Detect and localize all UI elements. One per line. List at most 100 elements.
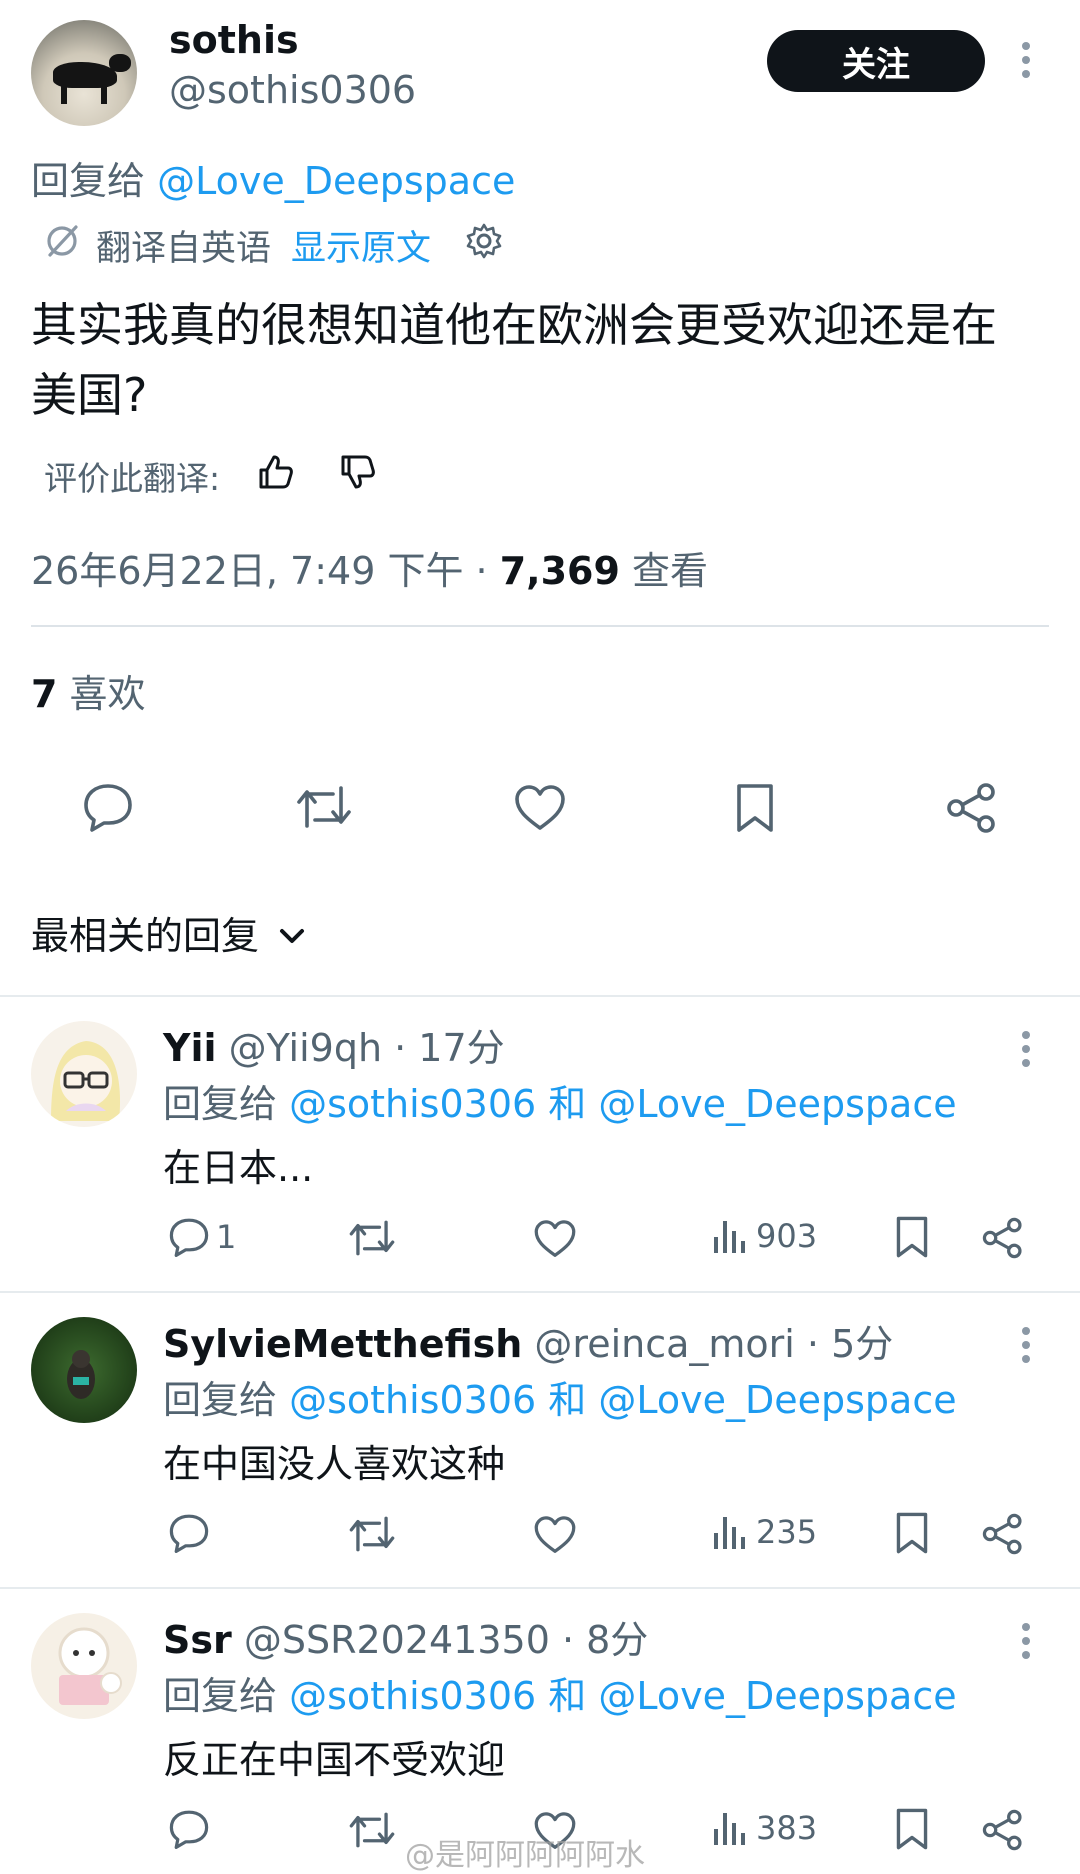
reply-to-line: 回复给 @sothis0306 和 @Love_Deepspace: [163, 1665, 957, 1720]
reply-to-and: 和: [536, 1082, 599, 1126]
likes-label: 喜欢: [57, 672, 146, 716]
reply-sort-selector[interactable]: 最相关的回复: [31, 905, 307, 960]
views-button[interactable]: 383: [712, 1809, 817, 1847]
reply-author-name[interactable]: Ssr: [163, 1618, 232, 1662]
timestamp[interactable]: 26年6月22日, 7:49 下午 ·: [31, 549, 500, 593]
more-options-icon[interactable]: [1020, 1621, 1032, 1665]
retweet-icon[interactable]: [295, 782, 353, 836]
reply-author-handle[interactable]: @SSR20241350: [244, 1618, 550, 1662]
reply-to-user-link[interactable]: @sothis0306: [289, 1082, 536, 1126]
dog-leg: [101, 84, 107, 104]
avatar[interactable]: [31, 20, 137, 126]
reply-time: · 8分: [549, 1618, 649, 1662]
bookmark-icon[interactable]: [735, 782, 775, 838]
reply-author-line: Yii @Yii9qh · 17分: [163, 1017, 505, 1072]
like-heart-icon[interactable]: [513, 784, 567, 836]
reply-item[interactable]: Yii @Yii9qh · 17分 回复给 @sothis0306 和 @Lov…: [0, 997, 1080, 1291]
bookmark-icon[interactable]: [895, 1511, 929, 1559]
reply-to-and: 和: [536, 1674, 599, 1718]
reply-text: 反正在中国不受欢迎: [163, 1738, 506, 1782]
share-icon[interactable]: [982, 1809, 1024, 1855]
thumbs-up-icon[interactable]: [256, 452, 296, 500]
reply-item[interactable]: SylvieMetthefish @reinca_mori · 5分 回复给 @…: [0, 1293, 1080, 1587]
sort-label: 最相关的回复: [31, 914, 260, 958]
reply-to-prefix: 回复给: [31, 159, 146, 203]
translation-bar: 翻译自英语 显示原文: [42, 220, 503, 271]
reply-icon: [169, 1514, 209, 1553]
views-count: 903: [756, 1217, 818, 1255]
rate-translation-row: 评价此翻译:: [44, 452, 378, 500]
rate-translation-label: 评价此翻译:: [44, 459, 221, 498]
share-icon[interactable]: [982, 1513, 1024, 1559]
translate-icon: [42, 221, 82, 270]
reply-author-name[interactable]: Yii: [163, 1026, 217, 1070]
views-count: 383: [756, 1809, 818, 1847]
reply-to-and: 和: [536, 1378, 599, 1422]
reply-author-line: Ssr @SSR20241350 · 8分: [163, 1609, 648, 1664]
avatar[interactable]: [31, 1317, 137, 1423]
likes-summary[interactable]: 7 喜欢: [31, 663, 146, 718]
views-count: 235: [756, 1513, 818, 1551]
views-label: 查看: [619, 549, 708, 593]
reply-author-name[interactable]: SylvieMetthefish: [163, 1322, 522, 1366]
likes-count: 7: [31, 672, 58, 716]
reply-to-line: 回复给 @Love_Deepspace: [31, 150, 515, 205]
reply-button[interactable]: [168, 1809, 216, 1849]
reply-item[interactable]: Ssr @SSR20241350 · 8分 回复给 @sothis0306 和 …: [0, 1589, 1080, 1871]
reply-icon[interactable]: [82, 782, 134, 836]
reply-count: 1: [216, 1218, 237, 1256]
more-options-icon[interactable]: [1020, 1325, 1032, 1369]
reply-button[interactable]: [168, 1513, 216, 1553]
tweet-meta: 26年6月22日, 7:49 下午 · 7,369 查看: [31, 540, 708, 595]
avatar[interactable]: [31, 1613, 137, 1719]
retweet-icon[interactable]: [348, 1217, 396, 1263]
more-options-icon[interactable]: [1020, 40, 1032, 84]
reply-author-line: SylvieMetthefish @reinca_mori · 5分: [163, 1313, 893, 1368]
reply-to-user-link[interactable]: @Love_Deepspace: [598, 1378, 956, 1422]
reply-to-line: 回复给 @sothis0306 和 @Love_Deepspace: [163, 1073, 957, 1128]
analytics-bars-icon: [714, 1221, 745, 1253]
reply-button[interactable]: 1: [168, 1217, 236, 1257]
reply-to-user-link[interactable]: @Love_Deepspace: [157, 159, 515, 203]
reply-icon: [169, 1810, 209, 1849]
thumbs-down-icon[interactable]: [338, 452, 378, 500]
share-icon[interactable]: [982, 1217, 1024, 1263]
retweet-icon[interactable]: [348, 1513, 396, 1559]
dog-leg: [61, 84, 67, 104]
settings-gear-icon[interactable]: [465, 222, 503, 269]
tweet-text: 其实我真的很想知道他在欧洲会更受欢迎还是在美国?: [31, 298, 997, 422]
bookmark-icon[interactable]: [895, 1807, 929, 1855]
reply-icon: [169, 1218, 209, 1257]
reply-time: · 5分: [794, 1322, 894, 1366]
views-button[interactable]: 903: [712, 1217, 817, 1255]
reply-to-user-link[interactable]: @Love_Deepspace: [598, 1082, 956, 1126]
like-heart-icon[interactable]: [533, 1515, 577, 1559]
more-options-icon[interactable]: [1020, 1029, 1032, 1073]
chevron-down-icon: [277, 911, 307, 955]
dog-head: [109, 54, 131, 72]
reply-to-user-link[interactable]: @Love_Deepspace: [598, 1674, 956, 1718]
reply-time: · 17分: [382, 1026, 505, 1070]
bookmark-icon[interactable]: [895, 1215, 929, 1263]
retweet-icon[interactable]: [348, 1809, 396, 1855]
reply-to-user-link[interactable]: @sothis0306: [289, 1378, 536, 1422]
reply-to-line: 回复给 @sothis0306 和 @Love_Deepspace: [163, 1369, 957, 1424]
views-count: 7,369: [499, 549, 620, 593]
reply-author-handle[interactable]: @reinca_mori: [534, 1322, 794, 1366]
analytics-bars-icon: [714, 1517, 745, 1549]
author-handle[interactable]: @sothis0306: [169, 68, 416, 112]
show-original-link[interactable]: 显示原文: [291, 220, 431, 271]
like-heart-icon[interactable]: [533, 1219, 577, 1263]
reply-author-handle[interactable]: @Yii9qh: [229, 1026, 382, 1070]
follow-button[interactable]: 关注: [767, 30, 985, 92]
translated-from-label: 翻译自英语: [96, 229, 272, 269]
avatar[interactable]: [31, 1021, 137, 1127]
reply-to-prefix: 回复给: [163, 1674, 290, 1718]
analytics-bars-icon: [714, 1813, 745, 1845]
share-icon[interactable]: [946, 782, 998, 838]
views-button[interactable]: 235: [712, 1513, 817, 1551]
tweet-action-bar: [0, 770, 1080, 842]
reply-to-prefix: 回复给: [163, 1082, 290, 1126]
reply-to-user-link[interactable]: @sothis0306: [289, 1674, 536, 1718]
author-name[interactable]: sothis: [169, 18, 299, 62]
